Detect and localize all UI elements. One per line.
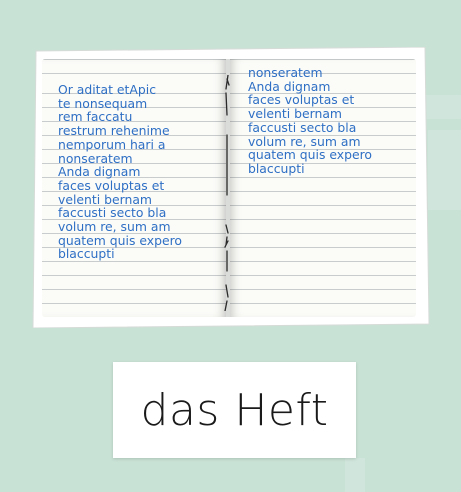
handwritten-line: rem faccatu bbox=[58, 109, 133, 125]
handwritten-line: Or aditat etApic bbox=[58, 82, 157, 97]
vocabulary-word: das Heft bbox=[140, 384, 329, 436]
handwritten-line: restrum rehenime bbox=[58, 123, 170, 139]
handwritten-line: Anda dignam bbox=[58, 164, 141, 180]
handwritten-line: nemporum hari a bbox=[58, 136, 166, 152]
background-decoration bbox=[428, 130, 461, 210]
left-page: Or aditat etApic te nonsequam rem faccatu r… bbox=[42, 59, 226, 317]
handwritten-line: nonseratem bbox=[248, 65, 323, 80]
handwritten-line: faccusti secto bla bbox=[58, 205, 167, 221]
handwritten-line: te nonsequam bbox=[58, 95, 148, 111]
handwritten-line: Anda dignam bbox=[248, 78, 331, 94]
handwritten-line: quatem quis expero bbox=[58, 232, 182, 248]
vocabulary-label-card: das Heft bbox=[113, 362, 356, 458]
right-page: nonseratem Anda dignam faces voluptas et ve… bbox=[230, 59, 416, 317]
handwritten-line: blaccupti bbox=[58, 246, 115, 262]
handwritten-line: nonseratem bbox=[58, 150, 133, 166]
handwritten-line: volum re, sum am bbox=[248, 133, 361, 149]
handwritten-line: faces voluptas et bbox=[58, 177, 165, 193]
left-page-text: Or aditat etApic te nonsequam rem faccatu r… bbox=[58, 83, 182, 261]
handwritten-line: quatem quis expero bbox=[248, 147, 372, 163]
handwritten-line: faccusti secto bla bbox=[248, 119, 357, 135]
handwritten-line: blaccupti bbox=[248, 160, 305, 176]
handwritten-line: volum re, sum am bbox=[58, 219, 171, 235]
handwritten-line: velenti bernam bbox=[58, 191, 152, 207]
handwritten-line: faces voluptas et bbox=[248, 92, 355, 108]
handwritten-line: velenti bernam bbox=[248, 106, 342, 122]
notebook-illustration: Or aditat etApic te nonsequam rem faccatu r… bbox=[30, 47, 431, 328]
background-decoration bbox=[345, 458, 365, 492]
right-page-text: nonseratem Anda dignam faces voluptas et ve… bbox=[248, 66, 372, 176]
